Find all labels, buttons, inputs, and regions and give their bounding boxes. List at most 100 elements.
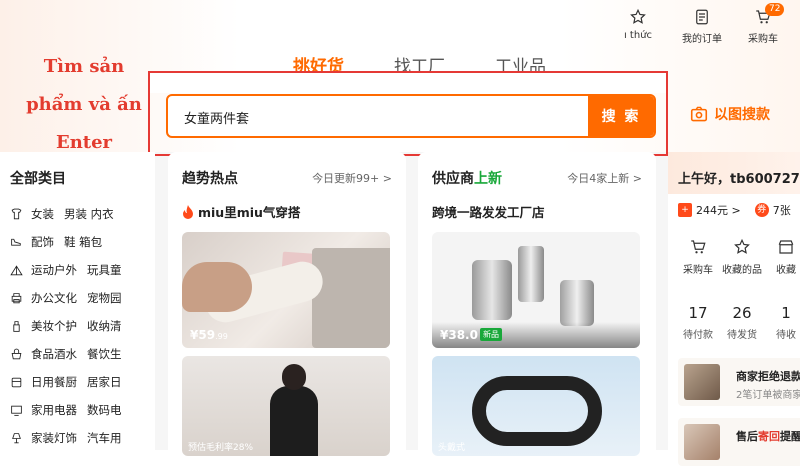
supplier-title-main: 供应商 [432,171,474,187]
coupon-row[interactable]: + 244元 > 券 7张 [678,202,791,218]
tool-shops-label: 收藏 [776,265,796,276]
tool-cart[interactable]: 采购车 [676,238,720,276]
margin-caption: 预估毛利率28% [188,443,254,453]
category-primary[interactable]: 美妆个护 [31,318,77,334]
tool-favorite-items[interactable]: 收藏的品 [720,238,764,276]
voucher-count: 7张 [772,204,791,217]
stat-count: 1 [781,304,791,322]
dress-shape [270,386,318,456]
food-icon [11,348,22,359]
category-secondary[interactable]: 汽车用 [87,430,122,446]
supplier-price: ¥38.0 [440,328,478,342]
notice-detail: 2笔订单被商家 [736,390,800,401]
category-secondary[interactable]: 数码电 [87,402,122,418]
image-search-label: 以图搜款 [714,107,770,123]
category-secondary[interactable]: 餐饮生 [87,346,122,362]
shop-icon [778,240,794,254]
category-primary[interactable]: 办公文化 [31,290,77,306]
category-row[interactable]: 美妆个护 收纳清 [10,318,122,334]
notice-title-post: 提醒 [780,430,800,443]
trending-price-decimal: .99 [215,332,228,341]
head-shape [282,364,306,390]
search-button[interactable]: 搜 索 [588,96,654,136]
category-row[interactable]: 运动户外 玩具童 [10,262,122,278]
stat-count: 26 [732,304,752,322]
category-secondary[interactable]: 收纳清 [87,318,122,334]
notice-refund-rejected[interactable]: 商家拒绝退款 2笔订单被商家 [678,358,800,406]
nav-favorites[interactable]: ı thức [620,8,656,45]
supplier-subtitle[interactable]: 跨境一路发发工厂店 [432,202,545,221]
stat-label: 待收 [776,330,796,341]
category-row[interactable]: 家用电器 数码电 [10,402,122,418]
lamp-icon [12,432,21,443]
trending-subtitle[interactable]: miu里miu气穿搭 [182,202,300,221]
product-image-vr-headset[interactable]: 头戴式 [432,356,640,456]
trending-price: ¥59.99 [190,328,228,342]
category-secondary[interactable]: 居家日 [87,374,122,390]
nav-orders-label: 我的订单 [682,34,722,45]
stat-label: 待发货 [727,330,757,341]
product-image-fashion-model[interactable]: 预估毛利率28% [182,356,390,456]
search-box: 搜 索 [166,94,656,138]
notice-title-red: 寄回 [758,430,780,443]
category-primary[interactable]: 食品酒水 [31,346,77,362]
supplier-title: 供应商上新 [432,168,502,188]
nav-cart[interactable]: 72 采购车 [738,3,788,45]
clothing-icon [11,208,22,219]
search-input[interactable] [168,96,606,136]
star-icon [734,238,750,254]
stat-count: 17 [688,304,708,322]
fire-icon [183,204,193,219]
account-panel: 上午好，tb6007275 + 244元 > 券 7张 采购车 收藏的品 收藏 … [668,152,800,466]
category-primary[interactable]: 女装 [31,206,54,222]
stat-label: 待付款 [683,330,713,341]
instruction-line-1: Tìm sản [43,56,125,77]
supplier-title-highlight: 上新 [474,171,502,187]
tool-favorite-label: 收藏的品 [722,265,762,276]
stat-pending-receipt[interactable]: 1 待收 [764,304,800,341]
nav-my-orders[interactable]: 我的订单 [670,8,734,45]
product-image-earrings-box[interactable]: ¥59.99 [182,232,390,348]
voucher-icon: 券 [754,203,769,217]
category-primary[interactable]: 日用餐厨 [31,374,77,390]
category-primary[interactable]: 运动户外 [31,262,77,278]
box-shape [312,248,390,348]
nav-cart-label: 采购车 [748,34,778,45]
tool-cart-label: 采购车 [683,265,713,276]
category-row[interactable]: 日用餐厨 居家日 [10,374,122,390]
trending-update-link[interactable]: 今日更新99+ > [312,170,392,186]
order-stats: 17 待付款 26 待发货 1 待收 [676,304,800,341]
category-primary[interactable]: 家用电器 [31,402,77,418]
category-secondary[interactable]: 玩具童 [87,262,122,278]
category-primary[interactable]: 配饰 [31,234,54,250]
headset-caption: 头戴式 [438,443,466,453]
camera-icon [690,106,708,122]
favorites-icon [630,8,646,24]
orders-icon [696,9,708,25]
coupon-tag-icon: + [678,203,692,217]
category-row[interactable]: 配饰鞋 箱包 [10,234,102,250]
account-tools: 采购车 收藏的品 收藏 [676,238,800,276]
category-secondary[interactable]: 鞋 箱包 [64,234,102,250]
hand-shape [182,262,252,312]
top-navigation: ı thức 我的订单 72 采购车 [620,3,788,45]
category-row[interactable]: 办公文化 宠物园 [10,290,122,306]
category-secondary[interactable]: 男装 内衣 [64,206,114,222]
stat-pending-shipment[interactable]: 26 待发货 [720,304,764,341]
category-row[interactable]: 食品酒水 餐饮生 [10,346,122,362]
valve-shape-2 [518,246,544,302]
category-row[interactable]: 女装 男装 内衣 [10,206,114,222]
instruction-line-2: phẩm và ấn [26,94,142,115]
category-row[interactable]: 家装灯饰 汽车用 [10,430,122,446]
tent-icon [10,264,23,275]
supplier-new-link[interactable]: 今日4家上新 > [567,170,642,186]
valve-shape-3 [560,280,594,326]
stat-pending-payment[interactable]: 17 待付款 [676,304,720,341]
category-secondary[interactable]: 宠物园 [87,290,122,306]
tool-favorite-shops[interactable]: 收藏 [764,238,800,276]
category-primary[interactable]: 家装灯饰 [31,430,77,446]
notice-return-reminder[interactable]: 售后寄回提醒 [678,418,800,466]
kitchen-icon [11,377,22,387]
product-image-valves[interactable]: ¥38.0 新品 [432,232,640,348]
image-search-button[interactable]: 以图搜款 [690,104,770,124]
